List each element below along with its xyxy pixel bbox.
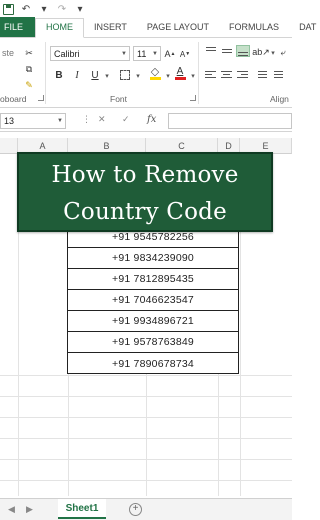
table-row[interactable]: +91 9834239090 <box>68 248 238 269</box>
ribbon-home: ste ✂ ⧉ ✎ oboard Calibri ▼ 11 ▼ A ▲ A ▼ B … <box>0 38 292 108</box>
chevron-down-icon: ▼ <box>57 118 63 124</box>
redo-icon[interactable]: ↷ <box>56 3 68 15</box>
name-box-value: 13 <box>4 116 15 126</box>
banner-title-line-1: How to Remove <box>51 162 239 188</box>
separator <box>45 42 46 104</box>
formula-bar-grip-icon: ⋮ <box>82 114 91 124</box>
bold-button[interactable]: B <box>52 68 66 82</box>
sheet-tab-sheet1[interactable]: Sheet1 <box>58 499 106 519</box>
borders-dropdown-icon[interactable]: ▾ <box>131 69 145 83</box>
undo-icon[interactable]: ↶ <box>20 3 32 15</box>
clipboard-group-label: oboard <box>0 94 27 104</box>
phone-number-range: +91 9545782256 +91 9834239090 +91 781289… <box>67 226 239 374</box>
banner-title-line-2: Country Code <box>63 199 227 225</box>
font-color-letter: A <box>176 65 184 77</box>
insert-function-icon[interactable]: fx <box>147 114 156 125</box>
font-color-icon[interactable]: A <box>173 66 187 80</box>
increase-indent-button[interactable] <box>270 69 284 81</box>
quick-access-toolbar: ↶ ▾ ↷ ▾ <box>0 0 292 18</box>
top-align-button[interactable] <box>204 45 218 57</box>
decrease-font-size-icon[interactable]: A ▼ <box>178 47 192 61</box>
tab-page-layout[interactable]: PAGE LAYOUT <box>137 17 219 37</box>
tab-home[interactable]: HOME <box>35 18 85 38</box>
tab-data[interactable]: DAT <box>289 17 320 37</box>
grid-line <box>0 396 292 397</box>
customize-toolbar-icon[interactable]: ▾ <box>74 3 86 15</box>
copy-icon[interactable]: ⧉ <box>22 62 36 76</box>
font-name-dropdown[interactable]: Calibri ▼ <box>50 46 130 61</box>
scroll-right-icon[interactable]: ▶ <box>26 504 33 515</box>
formula-input[interactable] <box>168 113 292 129</box>
tab-formulas[interactable]: FORMULAS <box>219 17 289 37</box>
increase-font-size-icon[interactable]: A ▲ <box>163 47 177 61</box>
wrap-text-icon[interactable]: ⤶ <box>276 45 290 59</box>
underline-dropdown-icon[interactable]: ▾ <box>100 69 114 83</box>
font-size-value: 11 <box>137 49 147 59</box>
align-right-button[interactable] <box>236 69 250 81</box>
grid-line <box>0 480 292 481</box>
sheet-tab-bar: ◀ ▶ Sheet1 + <box>0 498 292 520</box>
tab-file[interactable]: FILE <box>0 17 36 37</box>
table-row[interactable]: +91 7812895435 <box>68 269 238 290</box>
enter-icon[interactable]: ✓ <box>122 114 130 125</box>
cancel-icon[interactable]: ✕ <box>98 114 106 125</box>
paste-button[interactable]: ste <box>2 48 14 58</box>
scroll-left-icon[interactable]: ◀ <box>8 504 15 515</box>
table-row[interactable]: +91 9934896721 <box>68 311 238 332</box>
grid-line <box>0 375 292 376</box>
grid-line <box>0 438 292 439</box>
clipboard-dialog-launcher[interactable] <box>38 95 44 101</box>
formula-bar: 13 ▼ ⋮ ✕ ✓ fx <box>0 110 292 132</box>
format-painter-icon[interactable]: ✎ <box>22 78 36 92</box>
font-name-value: Calibri <box>54 49 80 59</box>
ribbon-tabs: FILE HOME INSERT PAGE LAYOUT FORMULAS DA… <box>0 17 316 38</box>
decrease-indent-button[interactable] <box>254 69 268 81</box>
bottom-align-button[interactable] <box>236 45 250 57</box>
select-all-corner[interactable] <box>0 138 18 154</box>
align-left-button[interactable] <box>204 69 218 81</box>
add-sheet-button[interactable]: + <box>129 503 142 516</box>
table-row[interactable]: +91 7046623547 <box>68 290 238 311</box>
chevron-down-icon: ▼ <box>152 51 158 57</box>
font-color-bar <box>174 76 186 80</box>
font-group-label: Font <box>110 94 128 104</box>
cut-icon[interactable]: ✂ <box>22 46 36 60</box>
fill-color-bar <box>149 76 161 80</box>
table-row[interactable]: +91 7890678734 <box>68 353 238 374</box>
middle-align-button[interactable] <box>220 45 234 57</box>
table-row[interactable]: +91 9578763849 <box>68 332 238 353</box>
align-center-button[interactable] <box>220 69 234 81</box>
name-box[interactable]: 13 ▼ <box>0 113 66 129</box>
separator <box>198 42 199 104</box>
font-dialog-launcher[interactable] <box>190 95 196 101</box>
undo-dropdown-icon[interactable]: ▾ <box>38 3 50 15</box>
title-banner: How to Remove Country Code <box>17 152 273 232</box>
italic-button[interactable]: I <box>70 68 84 82</box>
grid-line <box>0 459 292 460</box>
paste-label: ste <box>2 48 15 58</box>
borders-icon[interactable] <box>118 68 132 82</box>
fill-color-icon[interactable]: ◇ <box>148 66 162 80</box>
grid-line <box>0 417 292 418</box>
save-icon[interactable] <box>2 3 14 15</box>
tab-insert[interactable]: INSERT <box>84 17 137 37</box>
font-size-dropdown[interactable]: 11 ▼ <box>133 46 161 61</box>
chevron-down-icon: ▼ <box>121 51 127 57</box>
alignment-group-label: Align <box>270 94 289 104</box>
